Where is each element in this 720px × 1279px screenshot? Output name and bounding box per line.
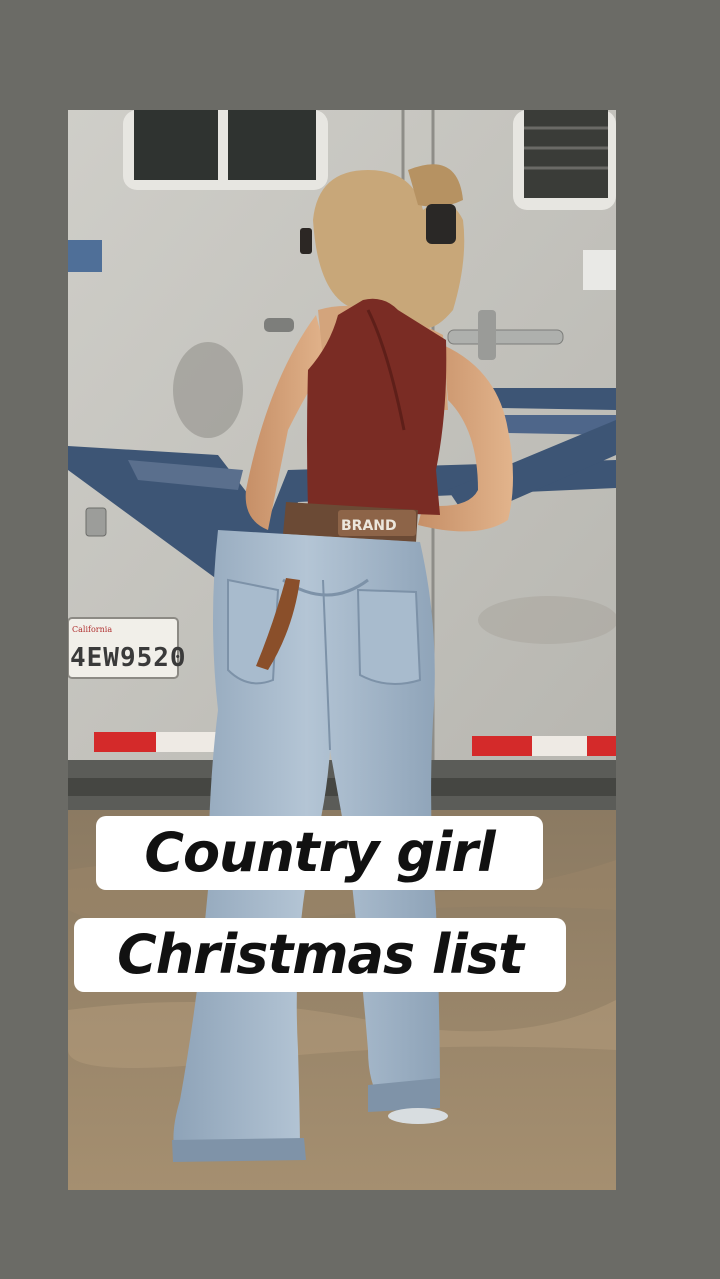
svg-text:California: California — [72, 625, 112, 634]
belt-text: BRAND — [341, 518, 397, 534]
caption-line-2: Christmas list — [74, 918, 566, 992]
license-plate-text: 4EW9520 — [70, 643, 187, 673]
story-photo: California 4EW9520 BRAND — [68, 110, 616, 1190]
story-frame: California 4EW9520 BRAND Country girl Ch… — [0, 0, 720, 1279]
caption-line-1: Country girl — [96, 816, 543, 890]
photo-illustration: California 4EW9520 BRAND — [68, 110, 616, 1190]
